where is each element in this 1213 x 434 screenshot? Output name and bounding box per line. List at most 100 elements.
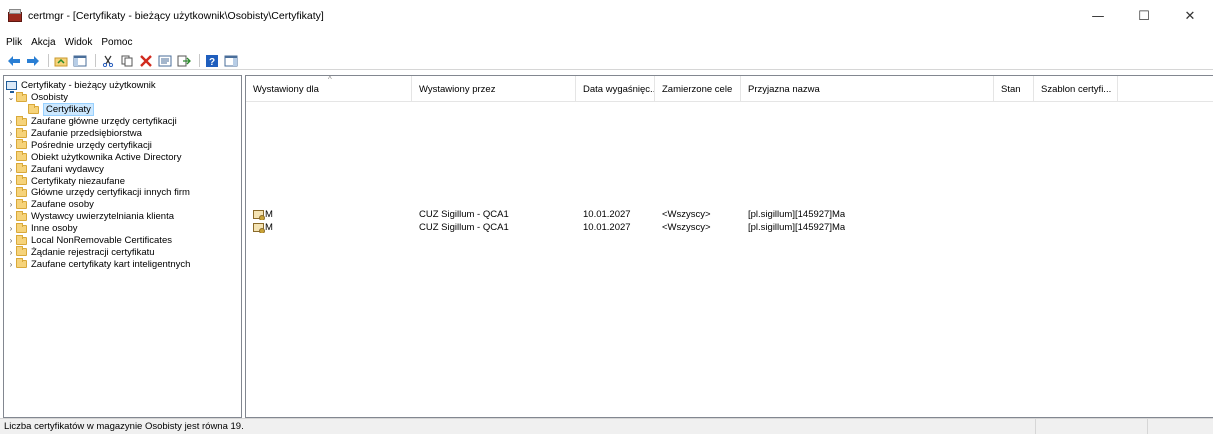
folder-icon: [16, 186, 27, 197]
tree-item-label: Certyfikaty niezaufane: [31, 175, 125, 187]
window-title: certmgr - [Certyfikaty - bieżący użytkow…: [28, 10, 324, 22]
tree-item-label: Inne osoby: [31, 223, 78, 235]
forward-arrow-icon[interactable]: [25, 54, 41, 68]
folder-icon: [16, 163, 27, 174]
tree-root[interactable]: Certyfikaty - bieżący użytkownik: [4, 80, 241, 94]
cell-text: M: [265, 208, 273, 220]
tree-item-osobisty[interactable]: ⌄ Osobisty: [4, 91, 241, 104]
cell-text: M: [265, 221, 273, 233]
tree-item-zaufane-glowne[interactable]: › Zaufane główne urzędy certyfikacji: [4, 115, 241, 128]
tree-item-inne-osoby[interactable]: › Inne osoby: [4, 222, 241, 235]
tree-item-posrednie[interactable]: › Pośrednie urzędy certyfikacji: [4, 139, 241, 151]
certificate-icon: [253, 222, 265, 233]
folder-icon: [16, 175, 27, 186]
chevron-right-icon[interactable]: ›: [6, 224, 16, 233]
menu-pomoc[interactable]: Pomoc: [101, 37, 132, 48]
chevron-right-icon[interactable]: ›: [6, 212, 16, 221]
up-folder-icon[interactable]: [53, 54, 69, 68]
delete-icon[interactable]: [138, 54, 154, 68]
folder-icon: [16, 139, 27, 150]
tree-item-label: Certyfikaty: [43, 103, 94, 117]
cell-expiration: 10.01.2027: [583, 208, 631, 220]
tree-item-local-nonremovable[interactable]: › Local NonRemovable Certificates: [4, 234, 241, 247]
export-icon[interactable]: [176, 54, 192, 68]
back-arrow-icon[interactable]: [6, 54, 22, 68]
chevron-right-icon[interactable]: ›: [6, 165, 16, 174]
tree-item-label: Główne urzędy certyfikacji innych firm: [31, 187, 190, 199]
table-row[interactable]: M CUZ Sigillum - QCA1 10.01.2027 <Wszysc…: [246, 208, 1213, 220]
maximize-button[interactable]: ☐: [1121, 0, 1167, 32]
tree-item-label: Zaufane główne urzędy certyfikacji: [31, 116, 177, 128]
tree-item-karty-inteligentne[interactable]: › Zaufane certyfikaty kart inteligentnyc…: [4, 258, 241, 270]
certificate-list-pane: Wystawiony dla ^ Wystawiony przez Data w…: [245, 75, 1213, 418]
tree-item-wystawcy-uwierzytelniania[interactable]: › Wystawcy uwierzytelniania klienta: [4, 210, 241, 223]
copy-icon[interactable]: [119, 54, 135, 68]
chevron-right-icon[interactable]: ›: [6, 200, 16, 209]
certificate-icon: [253, 209, 265, 220]
column-header-purposes[interactable]: Zamierzone cele: [655, 76, 741, 102]
tree-item-label: Obiekt użytkownika Active Directory: [31, 151, 182, 163]
menu-plik[interactable]: Plik: [6, 37, 22, 48]
chevron-right-icon[interactable]: ›: [6, 248, 16, 257]
folder-icon: [16, 246, 27, 257]
toolbar-separator: [48, 54, 49, 67]
sort-up-icon: ^: [328, 76, 332, 84]
chevron-right-icon[interactable]: ›: [6, 129, 16, 138]
chevron-right-icon[interactable]: ›: [6, 153, 16, 162]
status-segment: [1036, 418, 1148, 434]
column-header-label: Zamierzone cele: [662, 83, 733, 95]
chevron-right-icon[interactable]: ›: [6, 117, 16, 126]
tree-item-active-directory[interactable]: › Obiekt użytkownika Active Directory: [4, 151, 241, 163]
folder-icon: [28, 103, 39, 114]
tree-item-zaufane-osoby[interactable]: › Zaufane osoby: [4, 198, 241, 211]
column-header-issued-to[interactable]: Wystawiony dla ^: [246, 76, 412, 102]
tree-item-label: Zaufane osoby: [31, 199, 94, 211]
chevron-right-icon[interactable]: ›: [6, 236, 16, 245]
table-row[interactable]: M CUZ Sigillum - QCA1 10.01.2027 <Wszysc…: [246, 221, 1213, 233]
certmgr-app-icon[interactable]: [8, 9, 22, 23]
help-icon[interactable]: ?: [204, 54, 220, 68]
chevron-right-icon[interactable]: ›: [6, 260, 16, 269]
chevron-right-icon[interactable]: ›: [6, 177, 16, 186]
cell-purposes: <Wszyscy>: [662, 208, 711, 220]
cell-issued-by: CUZ Sigillum - QCA1: [419, 208, 509, 220]
cut-icon[interactable]: [100, 54, 116, 68]
chevron-right-icon[interactable]: ›: [6, 188, 16, 197]
folder-icon: [16, 151, 27, 162]
column-header-issued-by[interactable]: Wystawiony przez: [412, 76, 576, 102]
tree-item-zadanie-rejestracji[interactable]: › Żądanie rejestracji certyfikatu: [4, 246, 241, 258]
tree-item-zaufani-wydawcy[interactable]: › Zaufani wydawcy: [4, 163, 241, 175]
column-header-template[interactable]: Szablon certyfi...: [1034, 76, 1118, 102]
folder-icon: [16, 127, 27, 138]
folder-icon: [16, 222, 27, 233]
tree-item-label: Osobisty: [31, 92, 68, 104]
folder-icon: [16, 258, 27, 269]
tree-item-label: Zaufani wydawcy: [31, 163, 104, 175]
column-header-friendly-name[interactable]: Przyjazna nazwa: [741, 76, 994, 102]
menu-widok[interactable]: Widok: [65, 37, 93, 48]
menu-bar: Plik Akcja Widok Pomoc: [0, 33, 1213, 51]
column-header-status[interactable]: Stan: [994, 76, 1034, 102]
menu-akcja[interactable]: Akcja: [31, 37, 55, 48]
window-controls: — ☐ ✕: [1075, 0, 1213, 32]
chevron-right-icon[interactable]: ›: [6, 141, 16, 150]
cell-issued-to: M: [253, 208, 408, 220]
column-header-row: Wystawiony dla ^ Wystawiony przez Data w…: [246, 76, 1213, 102]
tree-item-certyfikaty[interactable]: Certyfikaty: [4, 103, 241, 117]
properties-icon[interactable]: [157, 54, 173, 68]
tree-item-zaufanie-przedsiebiorstwa[interactable]: › Zaufanie przedsiębiorstwa: [4, 127, 241, 140]
minimize-button[interactable]: —: [1075, 0, 1121, 32]
tree-item-innych-firm[interactable]: › Główne urzędy certyfikacji innych firm: [4, 186, 241, 199]
column-header-expiration[interactable]: Data wygaśnięc...: [576, 76, 655, 102]
cell-friendly-name: [pl.sigillum][145927]Ma: [748, 208, 845, 220]
chevron-down-icon[interactable]: ⌄: [6, 93, 16, 102]
toolbar: ?: [0, 52, 1213, 70]
tree-item-label: Zaufane certyfikaty kart inteligentnych: [31, 258, 191, 270]
show-hide-tree-icon[interactable]: [72, 54, 88, 68]
action-pane-icon[interactable]: [223, 54, 239, 68]
folder-icon: [16, 115, 27, 126]
close-button[interactable]: ✕: [1167, 0, 1213, 32]
tree-item-niezaufane[interactable]: › Certyfikaty niezaufane: [4, 175, 241, 187]
tree-item-label: Wystawcy uwierzytelniania klienta: [31, 211, 174, 223]
folder-icon: [16, 198, 27, 209]
